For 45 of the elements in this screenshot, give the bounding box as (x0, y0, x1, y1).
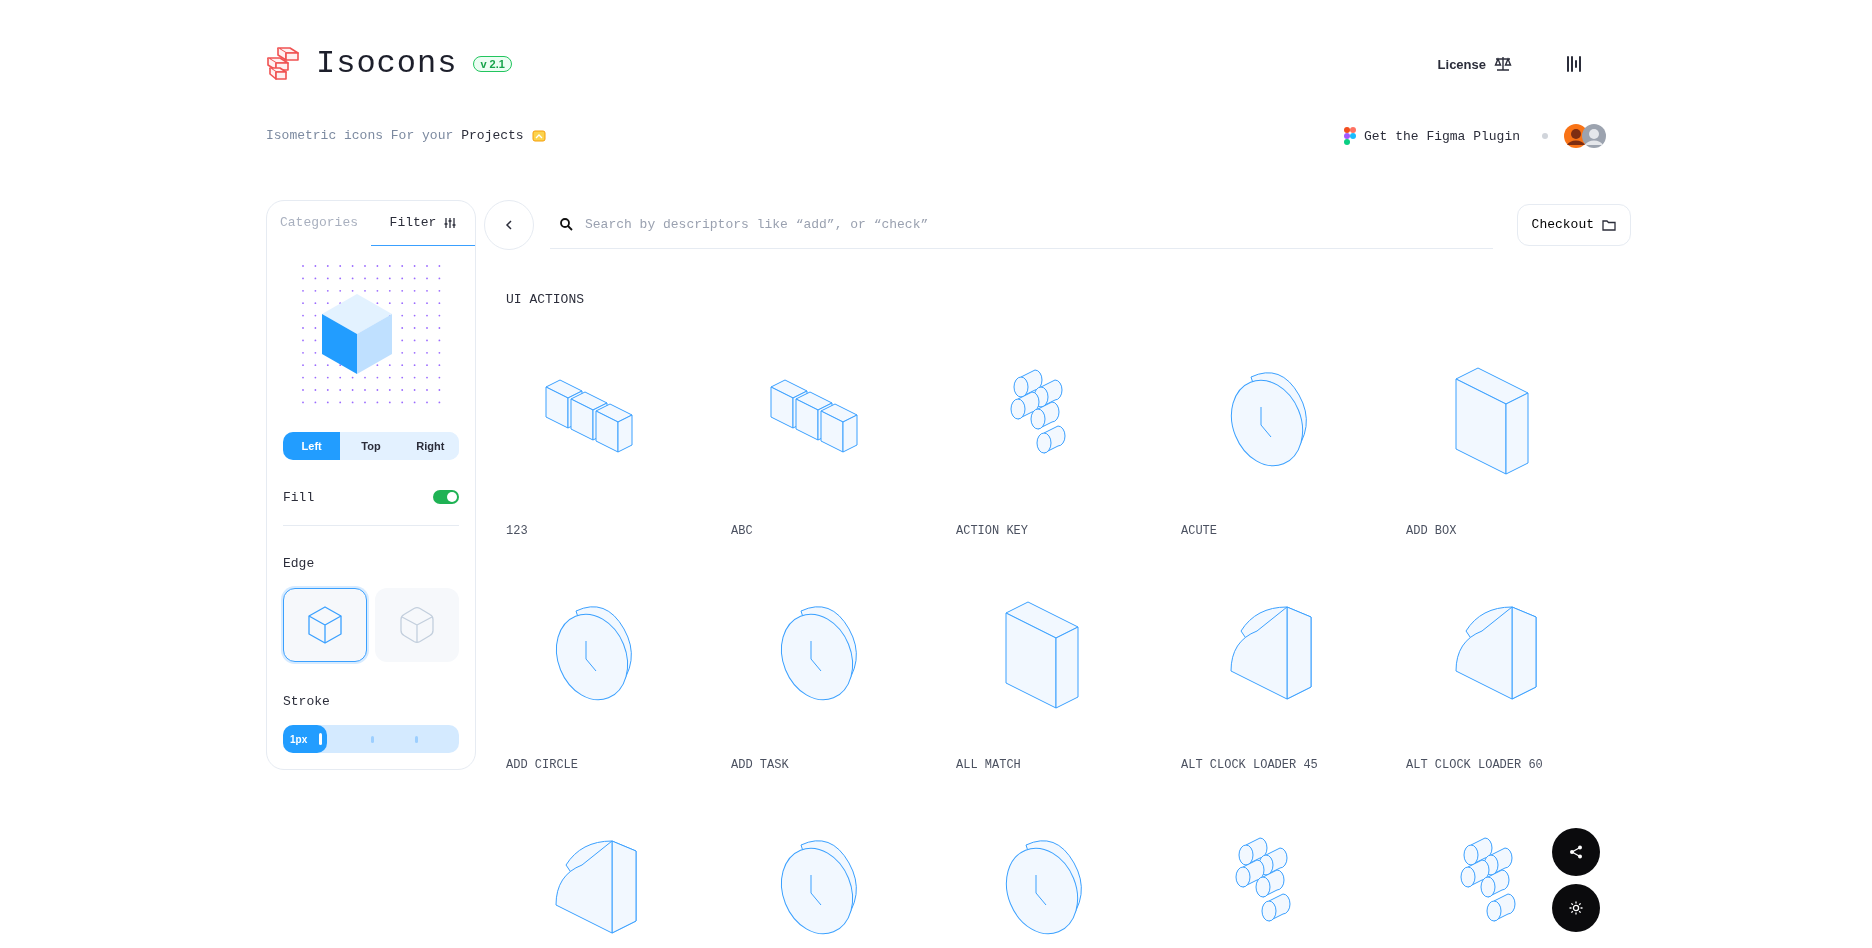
dot-icon (1542, 133, 1548, 139)
icon-label: ACTION KEY (956, 522, 1029, 540)
icon-label: ABC (731, 522, 754, 540)
theme-toggle-button[interactable] (1552, 884, 1600, 932)
icon-label: ADD BOX (1406, 522, 1458, 540)
rounded-cube-icon (400, 605, 434, 644)
license-link[interactable]: License (1431, 55, 1518, 73)
section-title: UI ACTIONS (506, 291, 585, 309)
brand-name: Isocons (316, 44, 458, 84)
sun-icon (1569, 901, 1583, 915)
edge-option[interactable] (283, 587, 367, 662)
bars-icon[interactable] (1566, 55, 1584, 73)
figma-plugin-link[interactable]: Get the Figma Plugin (1337, 126, 1526, 146)
icon-label: ACUTE (1181, 522, 1218, 540)
search-icon (560, 218, 573, 231)
icon-label: ALT CLOCK LOADER 60 (1406, 756, 1544, 774)
chevron-left-icon (505, 220, 513, 230)
sliders-icon (444, 216, 457, 229)
version-badge: v 2.1 (473, 56, 512, 72)
image-icon (531, 130, 546, 142)
icon-label: ALT CLOCK LOADER 45 (1181, 756, 1319, 774)
cube-preview-icon (322, 293, 392, 374)
panel-tab[interactable]: Filter (371, 201, 475, 246)
edge-option[interactable] (375, 587, 459, 662)
edge-label: Edge (283, 555, 316, 573)
fill-toggle[interactable] (433, 490, 459, 505)
checkout-button[interactable]: Checkout (1516, 204, 1631, 246)
share-icon (1569, 845, 1583, 859)
icon-label: ADD TASK (731, 756, 790, 774)
fill-label: Fill (283, 488, 315, 507)
folder-icon (1602, 219, 1616, 231)
sharp-cube-icon (308, 605, 342, 644)
bricks-logo-icon (266, 46, 300, 82)
avatar-icon (1582, 124, 1606, 148)
icon-label: ALL MATCH (956, 756, 1022, 774)
stroke-label: Stroke (283, 692, 331, 711)
tagline-text: Isometric icons For your (266, 127, 454, 146)
icon-label: ADD CIRCLE (506, 756, 579, 774)
icon-label: 123 (506, 522, 529, 540)
slider-fill: 1px (283, 725, 327, 753)
share-button[interactable] (1552, 828, 1600, 876)
scale-icon (1494, 56, 1512, 72)
figma-logo-icon (1343, 127, 1356, 145)
back-button[interactable] (484, 200, 534, 250)
projects-link[interactable]: Projects (461, 126, 524, 146)
